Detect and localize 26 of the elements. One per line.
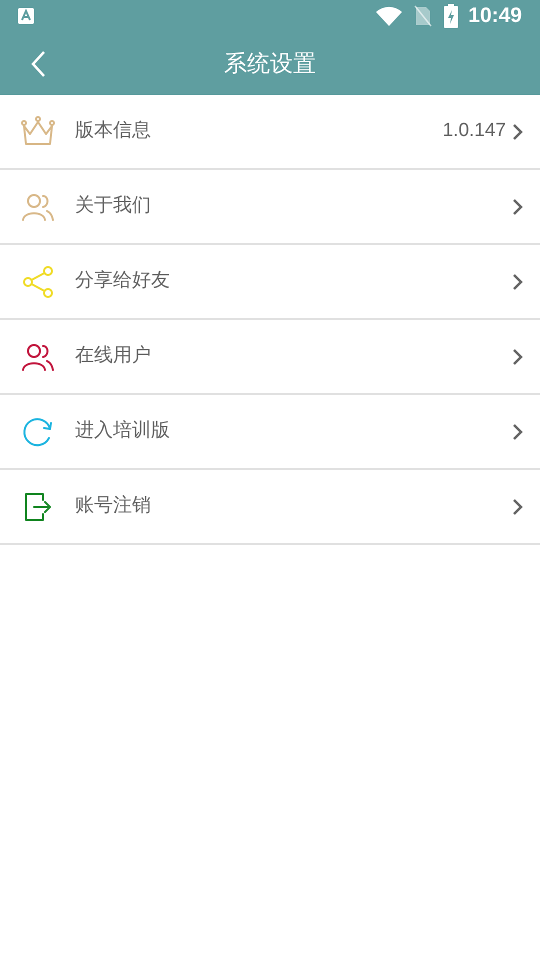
settings-row[interactable]: 分享给好友 xyxy=(0,245,540,320)
chevron-icon xyxy=(512,422,524,440)
back-icon xyxy=(30,50,46,78)
row-label: 分享给好友 xyxy=(75,269,170,294)
row-label: 关于我们 xyxy=(75,194,151,218)
settings-row[interactable]: 进入培训版 xyxy=(0,395,540,470)
page-title: 系统设置 xyxy=(224,49,316,78)
wifi-icon xyxy=(376,6,402,26)
row-label: 在线用户 xyxy=(75,344,151,368)
notification-icon xyxy=(18,8,34,24)
chevron-icon xyxy=(512,272,524,290)
settings-row[interactable]: 关于我们 xyxy=(0,170,540,245)
settings-row[interactable]: 在线用户 xyxy=(0,320,540,395)
chevron-icon xyxy=(512,122,524,140)
chevron-icon xyxy=(512,498,524,516)
no-sim-icon xyxy=(414,5,432,27)
status-time: 10:49 xyxy=(468,3,522,30)
chevron-icon xyxy=(512,198,524,216)
version-number: 1.0.147 xyxy=(442,119,506,144)
row-label: 版本信息 xyxy=(75,119,151,144)
chevron-icon xyxy=(512,348,524,366)
battery-icon xyxy=(444,4,458,28)
row-label: 账号注销 xyxy=(75,494,151,518)
settings-row[interactable]: 账号注销 xyxy=(0,470,540,545)
row-label: 进入培训版 xyxy=(75,419,170,444)
settings-row[interactable]: 版本信息 1.0.147 xyxy=(0,95,540,170)
